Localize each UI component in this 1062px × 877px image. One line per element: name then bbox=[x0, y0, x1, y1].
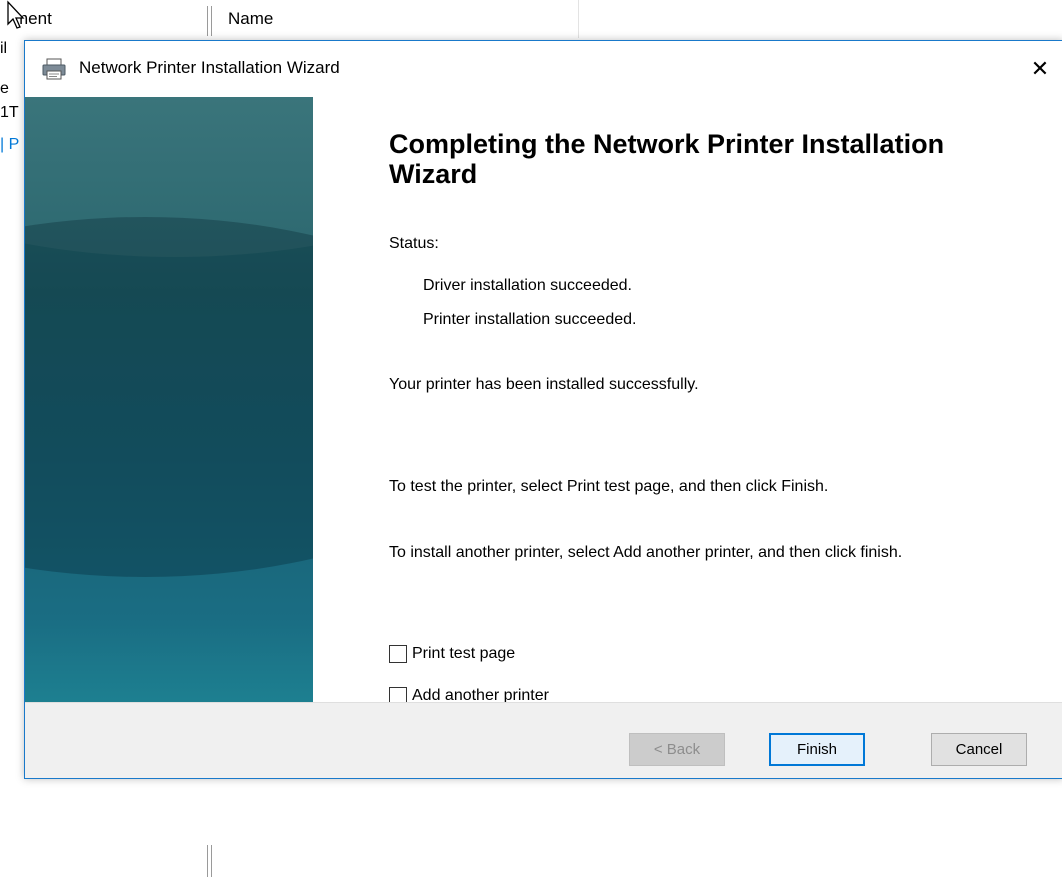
background-fragment: 1T bbox=[0, 104, 19, 121]
status-printer: Printer installation succeeded. bbox=[423, 311, 637, 328]
mouse-cursor-icon bbox=[7, 0, 25, 29]
print-test-page-checkbox[interactable]: Print test page bbox=[389, 645, 515, 663]
test-instruction: To test the printer, select Print test p… bbox=[389, 478, 829, 495]
back-button[interactable]: < Back bbox=[629, 733, 725, 766]
button-bar: < Back Finish Cancel bbox=[25, 702, 1062, 778]
status-label: Status: bbox=[389, 235, 439, 252]
background-column-header-name[interactable]: Name bbox=[228, 0, 273, 38]
success-message: Your printer has been installed successf… bbox=[389, 376, 699, 393]
background-column-divider-bottom bbox=[207, 845, 212, 877]
install-instruction: To install another printer, select Add a… bbox=[389, 544, 903, 561]
status-driver: Driver installation succeeded. bbox=[423, 277, 632, 294]
dialog-title: Network Printer Installation Wizard bbox=[79, 58, 340, 77]
background-header-line bbox=[578, 0, 579, 38]
wizard-dialog: Network Printer Installation Wizard ✕ Co… bbox=[24, 40, 1062, 779]
cancel-button[interactable]: Cancel bbox=[931, 733, 1027, 766]
close-button[interactable]: ✕ bbox=[1017, 41, 1062, 97]
wizard-content: Completing the Network Printer Installat… bbox=[389, 97, 1039, 705]
checkbox-label: Print test page bbox=[412, 645, 516, 662]
wizard-side-banner bbox=[25, 97, 313, 749]
background-column-divider[interactable] bbox=[207, 6, 212, 36]
background-fragment: il bbox=[0, 40, 8, 57]
background-fragment: e bbox=[0, 80, 9, 97]
printer-icon bbox=[42, 58, 66, 80]
dialog-titlebar[interactable]: Network Printer Installation Wizard ✕ bbox=[25, 41, 1062, 97]
finish-button[interactable]: Finish bbox=[769, 733, 865, 766]
close-icon: ✕ bbox=[1030, 56, 1050, 81]
checkbox-box[interactable] bbox=[389, 645, 407, 663]
page-title: Completing the Network Printer Installat… bbox=[389, 129, 945, 189]
background-fragment: | P bbox=[0, 136, 20, 153]
banner-swoosh bbox=[25, 217, 313, 577]
